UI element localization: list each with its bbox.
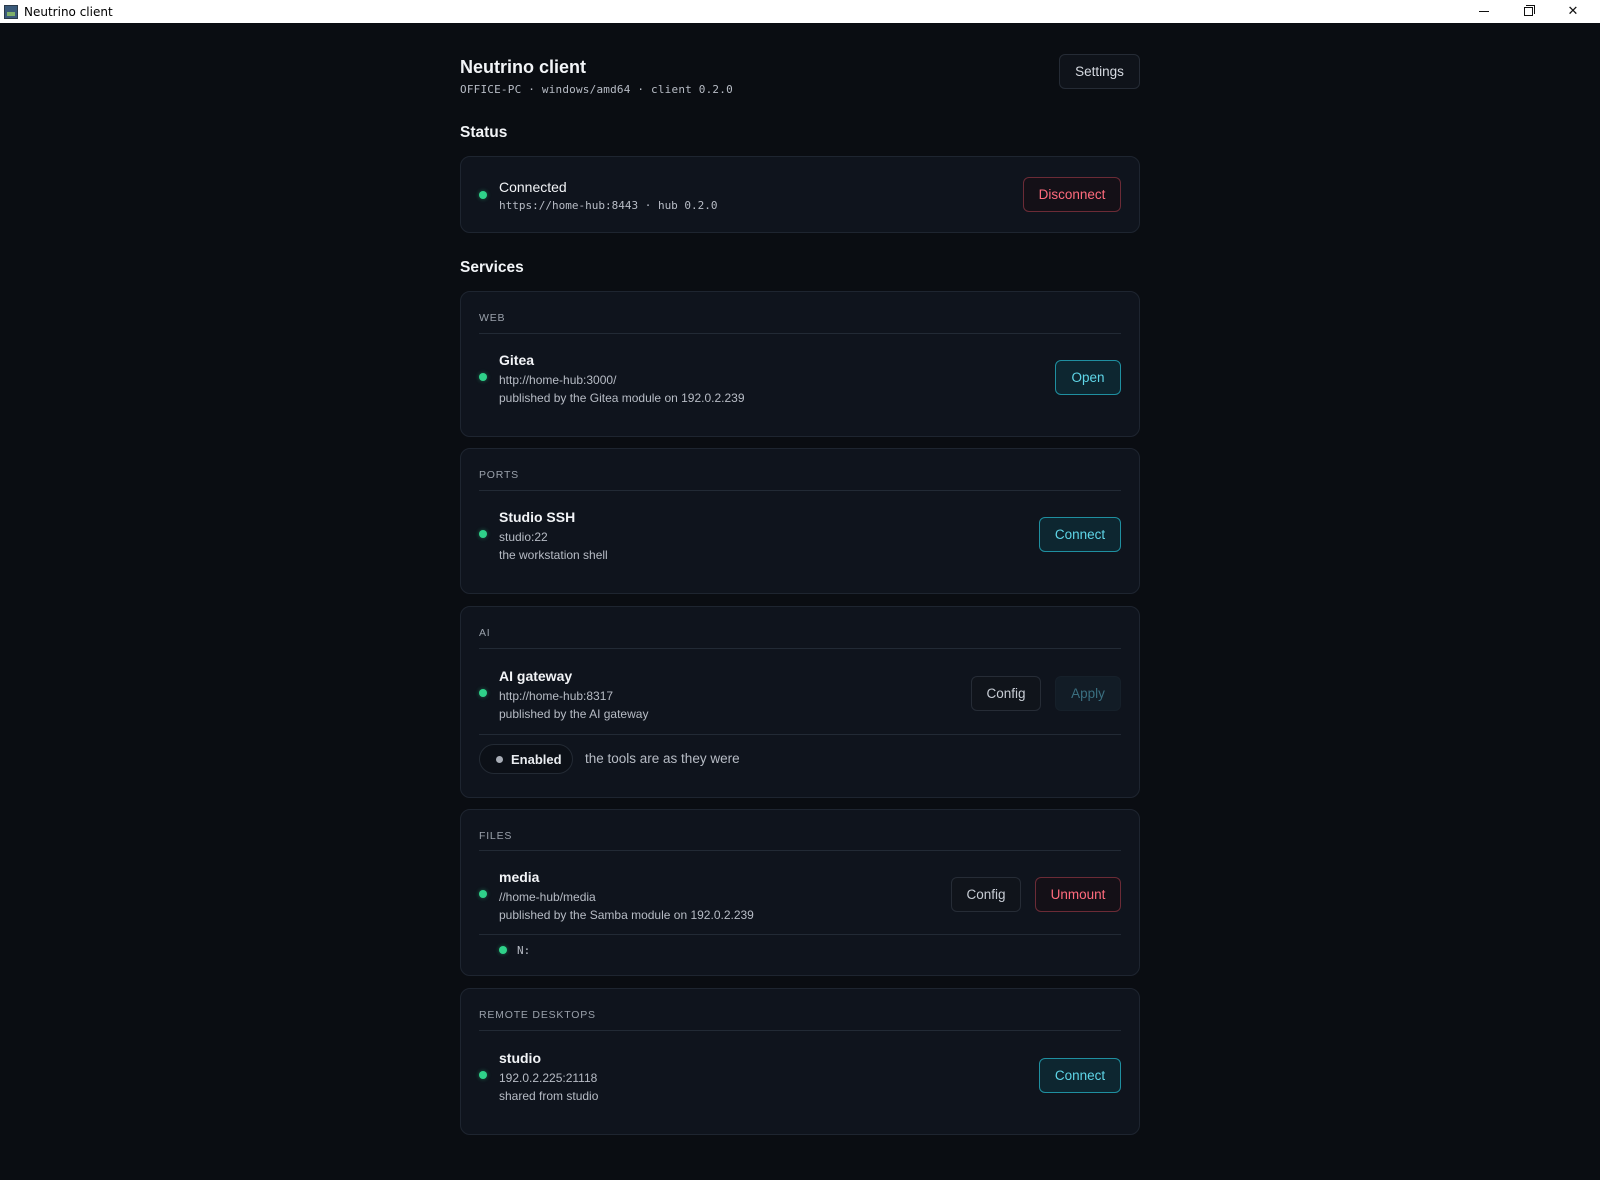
service-status-indicator bbox=[479, 530, 487, 538]
window-title: Neutrino client bbox=[24, 4, 113, 19]
unmount-button[interactable]: Unmount bbox=[1035, 877, 1121, 912]
config-button[interactable]: Config bbox=[971, 676, 1041, 711]
status-indicator bbox=[479, 191, 487, 199]
service-address: 192.0.2.225:21118 bbox=[499, 1071, 598, 1085]
divider bbox=[479, 490, 1121, 491]
category-label: PORTS bbox=[479, 469, 519, 481]
status-state: Connected bbox=[499, 179, 567, 195]
drive-letter: N: bbox=[517, 944, 531, 957]
divider bbox=[479, 1030, 1121, 1031]
divider bbox=[479, 648, 1121, 649]
service-name: media bbox=[499, 869, 540, 885]
page-title: Neutrino client bbox=[460, 57, 587, 77]
connect-button[interactable]: Connect bbox=[1039, 1058, 1121, 1093]
page-header: Neutrino client OFFICE-PC · windows/amd6… bbox=[460, 23, 1140, 119]
category-label: REMOTE DESKTOPS bbox=[479, 1009, 596, 1021]
service-description: published by the AI gateway bbox=[499, 707, 649, 721]
service-card-web: WEB Gitea http://home-hub:3000/ publishe… bbox=[460, 291, 1140, 437]
service-address: studio:22 bbox=[499, 530, 548, 544]
divider bbox=[479, 850, 1121, 851]
service-card-files: FILES media //home-hub/media published b… bbox=[460, 809, 1140, 976]
service-status-indicator bbox=[479, 689, 487, 697]
category-label: FILES bbox=[479, 830, 513, 842]
service-address: http://home-hub:8317 bbox=[499, 689, 614, 703]
service-address: http://home-hub:3000/ bbox=[499, 373, 617, 387]
page-subtitle: OFFICE-PC · windows/amd64 · client 0.2.0 bbox=[460, 83, 733, 96]
service-name: studio bbox=[499, 1050, 541, 1066]
service-name: Gitea bbox=[499, 352, 535, 368]
service-status-indicator bbox=[479, 890, 487, 898]
main-content: Neutrino client OFFICE-PC · windows/amd6… bbox=[460, 23, 1140, 1135]
service-card-remote-desktops: REMOTE DESKTOPS studio 192.0.2.225:21118… bbox=[460, 988, 1140, 1135]
apply-button[interactable]: Apply bbox=[1055, 676, 1121, 711]
status-heading: Status bbox=[460, 124, 508, 141]
service-description: published by the Samba module on 192.0.2… bbox=[499, 908, 754, 922]
service-description: the workstation shell bbox=[499, 548, 608, 562]
category-label: AI bbox=[479, 627, 491, 639]
connect-button[interactable]: Connect bbox=[1039, 517, 1121, 552]
restore-icon[interactable] bbox=[1506, 0, 1550, 23]
enabled-toggle[interactable]: Enabled bbox=[479, 744, 573, 774]
toggle-note: the tools are as they were bbox=[585, 751, 740, 766]
toggle-indicator bbox=[496, 755, 503, 763]
divider bbox=[479, 333, 1121, 334]
service-card-ai: AI AI gateway http://home-hub:8317 publi… bbox=[460, 606, 1140, 798]
app-icon bbox=[4, 4, 18, 19]
service-status-indicator bbox=[479, 373, 487, 381]
disconnect-button[interactable]: Disconnect bbox=[1023, 177, 1121, 212]
service-description: shared from studio bbox=[499, 1089, 599, 1103]
status-card: Connected https://home-hub:8443 · hub 0.… bbox=[460, 156, 1140, 233]
close-icon[interactable]: ✕ bbox=[1551, 0, 1595, 23]
service-status-indicator bbox=[479, 1071, 487, 1079]
open-button[interactable]: Open bbox=[1055, 360, 1121, 395]
window-titlebar: Neutrino client ✕ bbox=[0, 0, 1600, 23]
category-label: WEB bbox=[479, 312, 506, 324]
divider bbox=[479, 734, 1121, 735]
settings-button[interactable]: Settings bbox=[1059, 54, 1140, 89]
service-name: AI gateway bbox=[499, 668, 573, 684]
service-card-ports: PORTS Studio SSH studio:22 the workstati… bbox=[460, 448, 1140, 594]
status-detail: https://home-hub:8443 · hub 0.2.0 bbox=[499, 199, 718, 212]
divider bbox=[479, 934, 1121, 935]
drive-status-indicator bbox=[499, 946, 507, 954]
service-name: Studio SSH bbox=[499, 509, 576, 525]
minimize-icon[interactable] bbox=[1462, 0, 1506, 23]
service-description: published by the Gitea module on 192.0.2… bbox=[499, 391, 745, 405]
config-button[interactable]: Config bbox=[951, 877, 1021, 912]
service-address: //home-hub/media bbox=[499, 890, 596, 904]
toggle-label: Enabled bbox=[511, 751, 562, 767]
services-heading: Services bbox=[460, 259, 524, 276]
